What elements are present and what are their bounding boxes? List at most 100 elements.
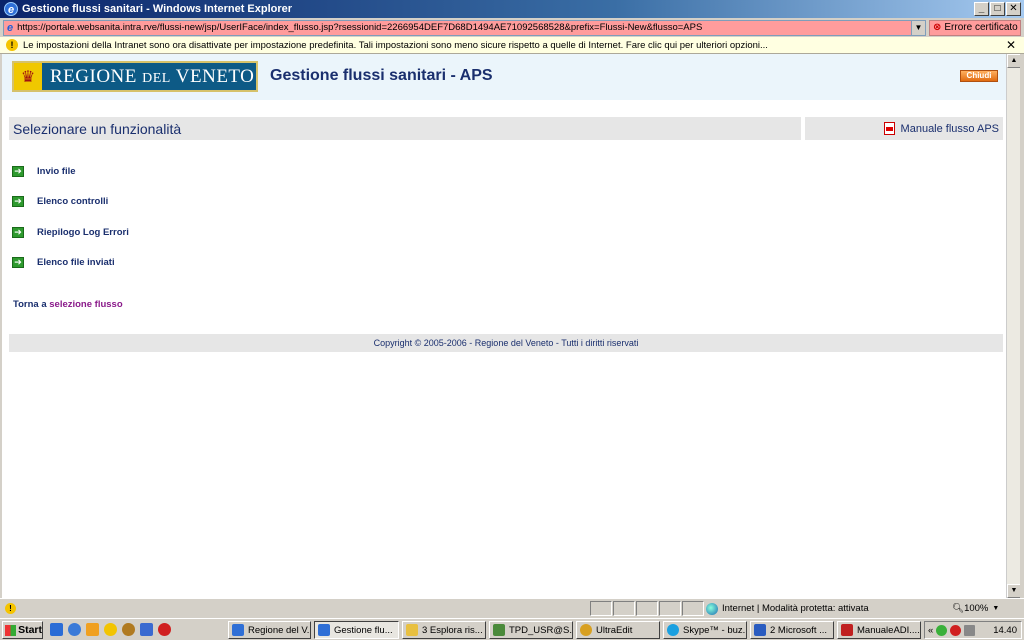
chiudi-button[interactable]: Chiudi [960,70,998,82]
page-viewport: ♛ REGIONE DEL VENETO Gestione flussi san… [2,54,1006,598]
window-controls: _ □ ✕ [974,2,1021,16]
manual-link[interactable]: Manuale flusso APS [805,117,1003,140]
system-tray: « 14.40 [924,621,1022,639]
menu-item-invio-file[interactable]: ➔ Invio file [12,165,129,177]
windows-taskbar: Start Regione del V... Gestione flu... 3… [0,618,1024,640]
menu-item-label[interactable]: Riepilogo Log Errori [37,227,129,238]
manual-link-label: Manuale flusso APS [900,122,999,135]
start-button[interactable]: Start [2,621,43,639]
back-to-flow-selection: Torna a selezione flusso [13,299,123,310]
database-icon [493,624,505,636]
zoom-label: 100% [964,603,989,614]
app-title: Gestione flussi sanitari - APS [270,67,493,84]
taskbar-item[interactable]: 2 Microsoft ... [750,621,834,639]
zoom-control[interactable]: 🔍︎ 100% ▼ [952,601,999,616]
certificate-error-label: Errore certificato [944,22,1018,33]
warning-icon: ! [6,39,18,51]
menu-item-riepilogo-log-errori[interactable]: ➔ Riepilogo Log Errori [12,226,129,238]
taskbar-item-active[interactable]: Gestione flu... [314,621,399,639]
pdf-icon [841,624,853,636]
window-titlebar[interactable]: e Gestione flussi sanitari - Windows Int… [0,0,1024,18]
menu-item-elenco-file-inviati[interactable]: ➔ Elenco file inviati [12,257,129,269]
section-title: Selezionare un funzionalità [13,120,182,137]
globe-icon [706,602,718,615]
ultraedit-icon[interactable] [122,623,135,636]
window-border [1020,54,1024,598]
skype-icon [667,624,679,636]
network-icon[interactable] [140,623,153,636]
menu-item-label[interactable]: Invio file [37,166,76,177]
chevron-down-icon: ▼ [992,605,1000,612]
show-desktop-icon[interactable] [50,623,63,636]
volume-icon[interactable] [964,624,976,636]
menu-item-label[interactable]: Elenco controlli [37,196,108,207]
security-zone-label: Internet | Modalità protetta: attivata [722,603,869,614]
menu-item-elenco-controlli[interactable]: ➔ Elenco controlli [12,196,129,208]
function-menu: ➔ Invio file ➔ Elenco controlli ➔ Riepil… [12,165,129,287]
status-cell [682,601,704,616]
security-shield-icon[interactable] [936,624,948,636]
status-warning-icon[interactable]: ! [5,603,16,614]
maximize-button[interactable]: □ [990,2,1005,16]
section-header: Selezionare un funzionalità [9,117,801,140]
app-icon[interactable] [158,623,171,636]
internet-explorer-icon[interactable] [68,623,81,636]
regione-veneto-logo: ♛ REGIONE DEL VENETO [12,61,258,92]
ultraedit-icon [580,624,592,636]
word-icon [754,624,766,636]
page-icon: e [7,21,14,34]
messenger-icon[interactable] [104,623,117,636]
taskbar-item[interactable]: ManualeADI.... [837,621,921,639]
url-field[interactable]: e https://portale.websanita.intra.rve/fl… [3,19,912,36]
minimize-button[interactable]: _ [974,2,989,16]
clock[interactable]: 14.40 [993,625,1017,636]
close-icon[interactable]: ✕ [1006,38,1016,52]
status-cell [636,601,658,616]
internet-explorer-icon [318,624,330,636]
media-player-icon[interactable] [86,623,99,636]
back-prefix: Torna a [13,299,50,310]
lion-emblem-icon: ♛ [14,63,42,90]
selezione-flusso-link[interactable]: selezione flusso [49,299,122,310]
taskbar-item[interactable]: Regione del V... [228,621,311,639]
menu-item-label[interactable]: Elenco file inviati [37,257,115,268]
arrow-right-icon: ➔ [12,165,24,177]
page-footer: Copyright © 2005-2006 - Regione del Vene… [9,334,1003,352]
taskbar-item[interactable]: 3 Esplora ris... [402,621,486,639]
taskbar-item[interactable]: TPD_USR@S... [489,621,573,639]
taskbar-item[interactable]: UltraEdit [576,621,660,639]
windows-logo-icon [5,624,17,636]
arrow-right-icon: ➔ [12,196,24,207]
address-bar: e https://portale.websanita.intra.rve/fl… [0,18,1024,37]
page-header: ♛ REGIONE DEL VENETO Gestione flussi san… [2,54,1006,100]
close-window-button[interactable]: ✕ [1006,2,1021,16]
certificate-error-button[interactable]: ⊗ Errore certificato [929,19,1021,36]
internet-explorer-icon: e [4,2,18,16]
chevron-left-icon[interactable]: « [928,625,933,636]
chevron-down-icon[interactable]: ▼ [912,19,926,36]
arrow-right-icon: ➔ [12,257,24,268]
folder-icon [406,624,418,636]
status-cell [590,601,612,616]
window-title: Gestione flussi sanitari - Windows Inter… [22,3,293,15]
security-zone[interactable]: Internet | Modalità protetta: attivata [706,601,869,616]
information-bar-message: Le impostazioni della Intranet sono ora … [23,39,768,51]
start-label: Start [18,624,42,636]
error-icon: ⊗ [933,22,942,33]
logo-text: REGIONE DEL VENETO [50,65,255,87]
status-cell [613,601,635,616]
scroll-up-icon[interactable]: ▲ [1007,54,1021,68]
status-bar: ! Internet | Modalità protetta: attivata… [0,598,1024,618]
url-text: https://portale.websanita.intra.rve/flus… [17,22,703,33]
information-bar[interactable]: ! Le impostazioni della Intranet sono or… [0,37,1024,54]
taskbar-item[interactable]: Skype™ - buz... [663,621,747,639]
antivirus-icon[interactable] [950,624,962,636]
pdf-icon [883,122,895,135]
scroll-down-icon[interactable]: ▼ [1007,584,1021,598]
vertical-scrollbar[interactable]: ▲ ▼ [1006,54,1021,598]
internet-explorer-icon [232,624,244,636]
arrow-right-icon: ➔ [12,226,24,238]
copyright-text: Copyright © 2005-2006 - Regione del Vene… [373,338,639,348]
zoom-icon: 🔍︎ [952,603,965,614]
status-cell [659,601,681,616]
